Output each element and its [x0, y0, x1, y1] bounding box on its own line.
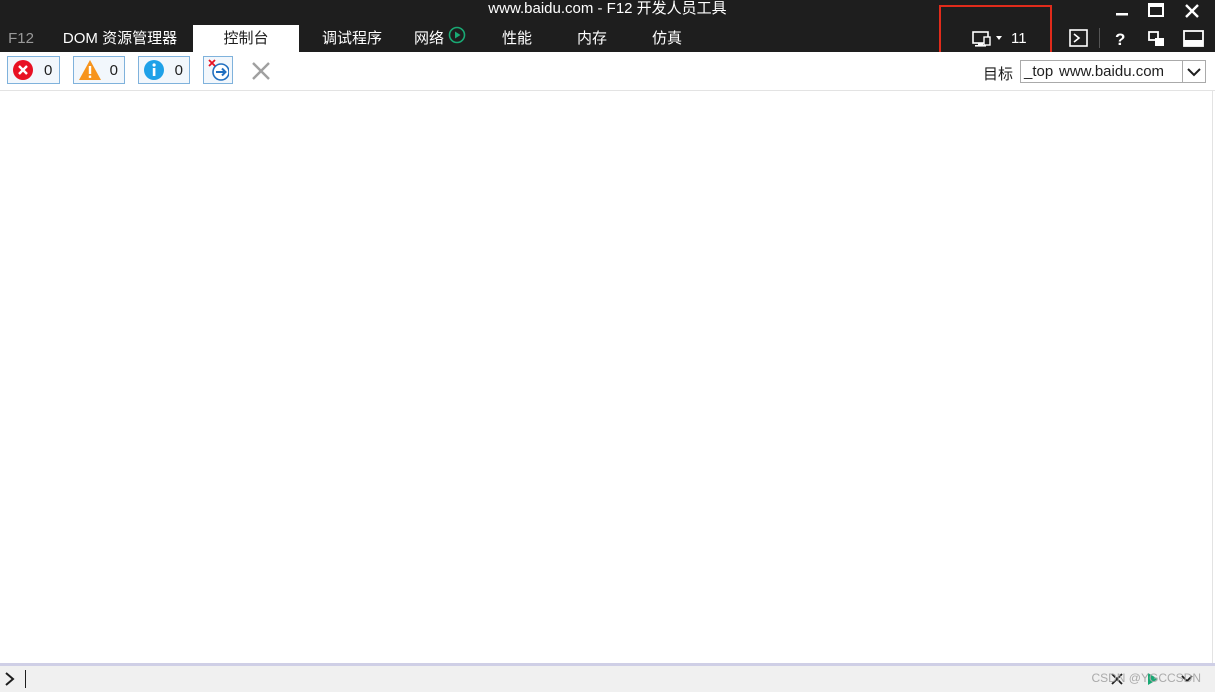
- info-icon: [144, 60, 164, 80]
- clear-on-navigate-button[interactable]: [203, 56, 233, 84]
- dock-bottom-button[interactable]: [1182, 28, 1206, 50]
- dock-bottom-icon: [1183, 30, 1204, 47]
- tab-performance[interactable]: 性能: [488, 25, 546, 52]
- help-button[interactable]: ?: [1111, 28, 1131, 50]
- console-toolbar: 0 0 0 目标 _top www.baidu.com: [0, 52, 1215, 91]
- chevron-down-icon[interactable]: [1182, 61, 1205, 82]
- tab-memory[interactable]: 内存: [563, 25, 621, 52]
- warnings-count: 0: [109, 61, 118, 79]
- clear-console-button[interactable]: [250, 60, 272, 87]
- input-caret: [25, 670, 26, 688]
- target-url: www.baidu.com: [1059, 63, 1165, 80]
- error-icon: [13, 60, 33, 80]
- errors-count: 0: [44, 61, 53, 79]
- window-title: www.baidu.com - F12 开发人员工具: [488, 0, 727, 17]
- messages-count: 0: [174, 61, 183, 79]
- tab-network[interactable]: 网络: [405, 25, 475, 52]
- document-mode-dropdown[interactable]: 11: [970, 28, 1038, 50]
- target-label: 目标: [983, 66, 1014, 83]
- tab-f12: F12: [8, 30, 34, 47]
- undock-icon: [1148, 31, 1164, 46]
- help-icon: ?: [1115, 30, 1125, 49]
- maximize-button[interactable]: [1146, 2, 1168, 20]
- watermark: CSDN @YGCCSDN: [1091, 671, 1201, 685]
- close-button[interactable]: [1182, 2, 1204, 20]
- messages-filter-button[interactable]: 0: [138, 56, 190, 84]
- tab-dom-explorer[interactable]: DOM 资源管理器: [48, 25, 192, 52]
- console-button[interactable]: [1068, 28, 1090, 50]
- minimize-icon: [1116, 13, 1128, 16]
- minimize-button[interactable]: [1112, 2, 1134, 20]
- errors-filter-button[interactable]: 0: [7, 56, 60, 84]
- target-select[interactable]: _top www.baidu.com: [1020, 60, 1206, 83]
- console-output[interactable]: [0, 91, 1213, 663]
- close-icon: [1185, 4, 1199, 18]
- console-prompt-icon: [1069, 29, 1088, 47]
- tab-network-label: 网络: [413, 30, 444, 47]
- target-frame: _top: [1024, 63, 1054, 80]
- clear-icon: [252, 62, 270, 80]
- tab-console[interactable]: 控制台: [193, 25, 299, 52]
- maximize-icon: [1148, 3, 1164, 17]
- console-input-bar[interactable]: CSDN @YGCCSDN: [0, 663, 1215, 692]
- warning-icon: [79, 60, 101, 80]
- play-circle-icon: [448, 26, 466, 53]
- separator: [1099, 28, 1100, 48]
- svg-text:?: ?: [1115, 30, 1125, 49]
- clear-on-navigate-icon: [208, 59, 229, 81]
- document-mode-value: 11: [1011, 30, 1027, 47]
- tab-emulation[interactable]: 仿真: [638, 25, 696, 52]
- tab-debugger[interactable]: 调试程序: [308, 25, 396, 52]
- prompt-chevron-icon: [4, 671, 16, 692]
- monitor-icon: [972, 31, 1002, 47]
- undock-button[interactable]: [1146, 28, 1168, 50]
- warnings-filter-button[interactable]: 0: [73, 56, 125, 84]
- title-bar: www.baidu.com - F12 开发人员工具 F12 DOM 资源管理器…: [0, 0, 1215, 52]
